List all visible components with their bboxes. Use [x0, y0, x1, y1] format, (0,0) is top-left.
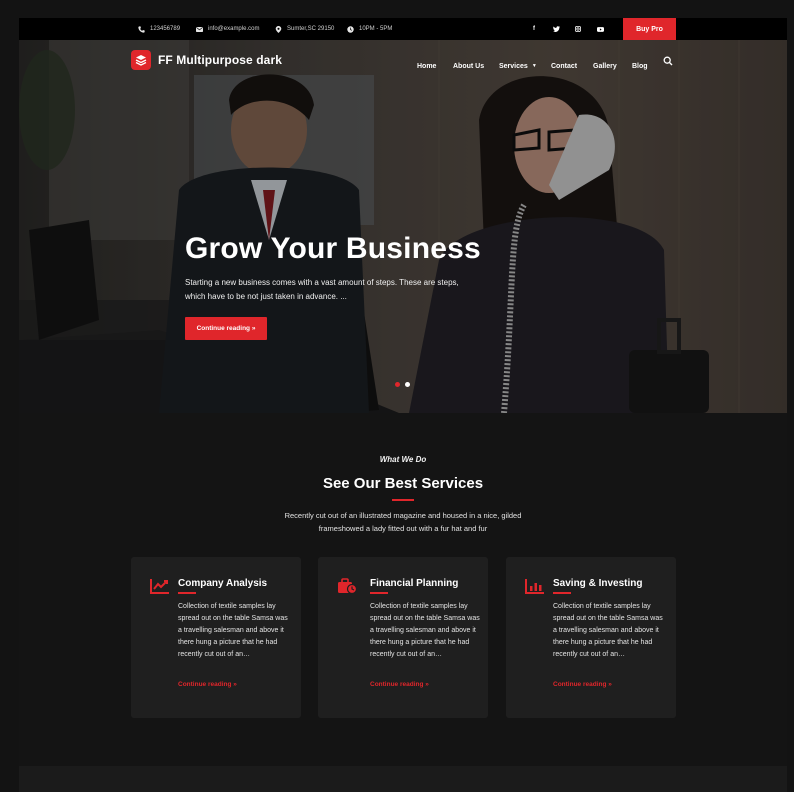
clock-icon [347, 25, 354, 33]
card-continue-link[interactable]: Continue reading » [370, 681, 429, 688]
card-title: Company Analysis [178, 578, 268, 589]
page-frame: 123456789 info@example.com Sumter,SC 291… [19, 18, 787, 792]
section-title: See Our Best Services [322, 475, 484, 492]
slider-dot-1[interactable] [395, 382, 400, 387]
location-text: Sumter,SC 29150 [287, 26, 335, 32]
twitter-icon[interactable] [550, 18, 562, 40]
phone-icon [138, 25, 145, 33]
card-divider [370, 592, 388, 594]
nav-services[interactable]: Services ▼ [499, 60, 537, 72]
card-title: Saving & Investing [553, 578, 643, 589]
location-info: Sumter,SC 29150 [275, 18, 334, 40]
chevron-down-icon: ▼ [531, 63, 537, 69]
card-text: Collection of textile samples lay spread… [553, 603, 663, 658]
chart-line-icon [150, 579, 169, 594]
nav-about-us[interactable]: About Us [453, 60, 484, 72]
service-card-company-analysis: Company Analysis Collection of textile s… [131, 557, 301, 718]
hero-slider: FF Multipurpose dark Home About Us Servi… [19, 40, 787, 413]
site-title: FF Multipurpose dark [158, 53, 283, 67]
phone-text: 123456789 [150, 26, 181, 32]
email-text[interactable]: info@example.com [208, 26, 259, 32]
facebook-icon[interactable]: f [528, 18, 540, 40]
nav-home[interactable]: Home [417, 60, 436, 72]
section-description: Recently cut out of an illustrated magaz… [284, 511, 522, 533]
card-divider [178, 592, 196, 594]
hero-title: Grow Your Business [185, 232, 481, 265]
map-pin-icon [275, 25, 282, 33]
card-continue-link[interactable]: Continue reading » [553, 681, 612, 688]
section-eyebrow: What We Do [379, 455, 427, 464]
card-continue-link[interactable]: Continue reading » [178, 681, 237, 688]
nav-services-label: Services [499, 62, 528, 70]
youtube-icon[interactable] [594, 18, 606, 40]
layers-icon [131, 50, 151, 70]
card-divider [553, 592, 571, 594]
search-icon[interactable] [663, 56, 673, 66]
nav-blog[interactable]: Blog [632, 60, 648, 72]
phone-info: 123456789 [138, 18, 180, 40]
buy-pro-button[interactable]: Buy Pro [623, 18, 676, 40]
hero-overlay [19, 40, 787, 413]
footer-strip [19, 766, 787, 792]
card-text: Collection of textile samples lay spread… [370, 603, 480, 658]
hours-text: 10PM - 5PM [359, 26, 393, 32]
card-title: Financial Planning [370, 578, 459, 589]
section-divider [392, 499, 414, 501]
top-bar: 123456789 info@example.com Sumter,SC 291… [19, 18, 787, 40]
envelope-icon [196, 26, 203, 32]
slider-dot-2[interactable] [405, 382, 410, 387]
hero-continue-button[interactable]: Continue reading » [185, 317, 267, 340]
briefcase-clock-icon [338, 578, 357, 594]
email-info: info@example.com [196, 18, 259, 40]
nav-gallery[interactable]: Gallery [593, 60, 617, 72]
instagram-icon[interactable] [572, 18, 584, 40]
nav-contact[interactable]: Contact [551, 60, 577, 72]
service-card-saving-investing: Saving & Investing Collection of textile… [506, 557, 676, 718]
card-text: Collection of textile samples lay spread… [178, 603, 288, 658]
hero-text: Starting a new business comes with a vas… [185, 278, 459, 301]
bar-chart-icon [525, 579, 544, 594]
hours-info: 10PM - 5PM [347, 18, 392, 40]
site-logo[interactable]: FF Multipurpose dark [131, 50, 282, 70]
service-card-financial-planning: Financial Planning Collection of textile… [318, 557, 488, 718]
